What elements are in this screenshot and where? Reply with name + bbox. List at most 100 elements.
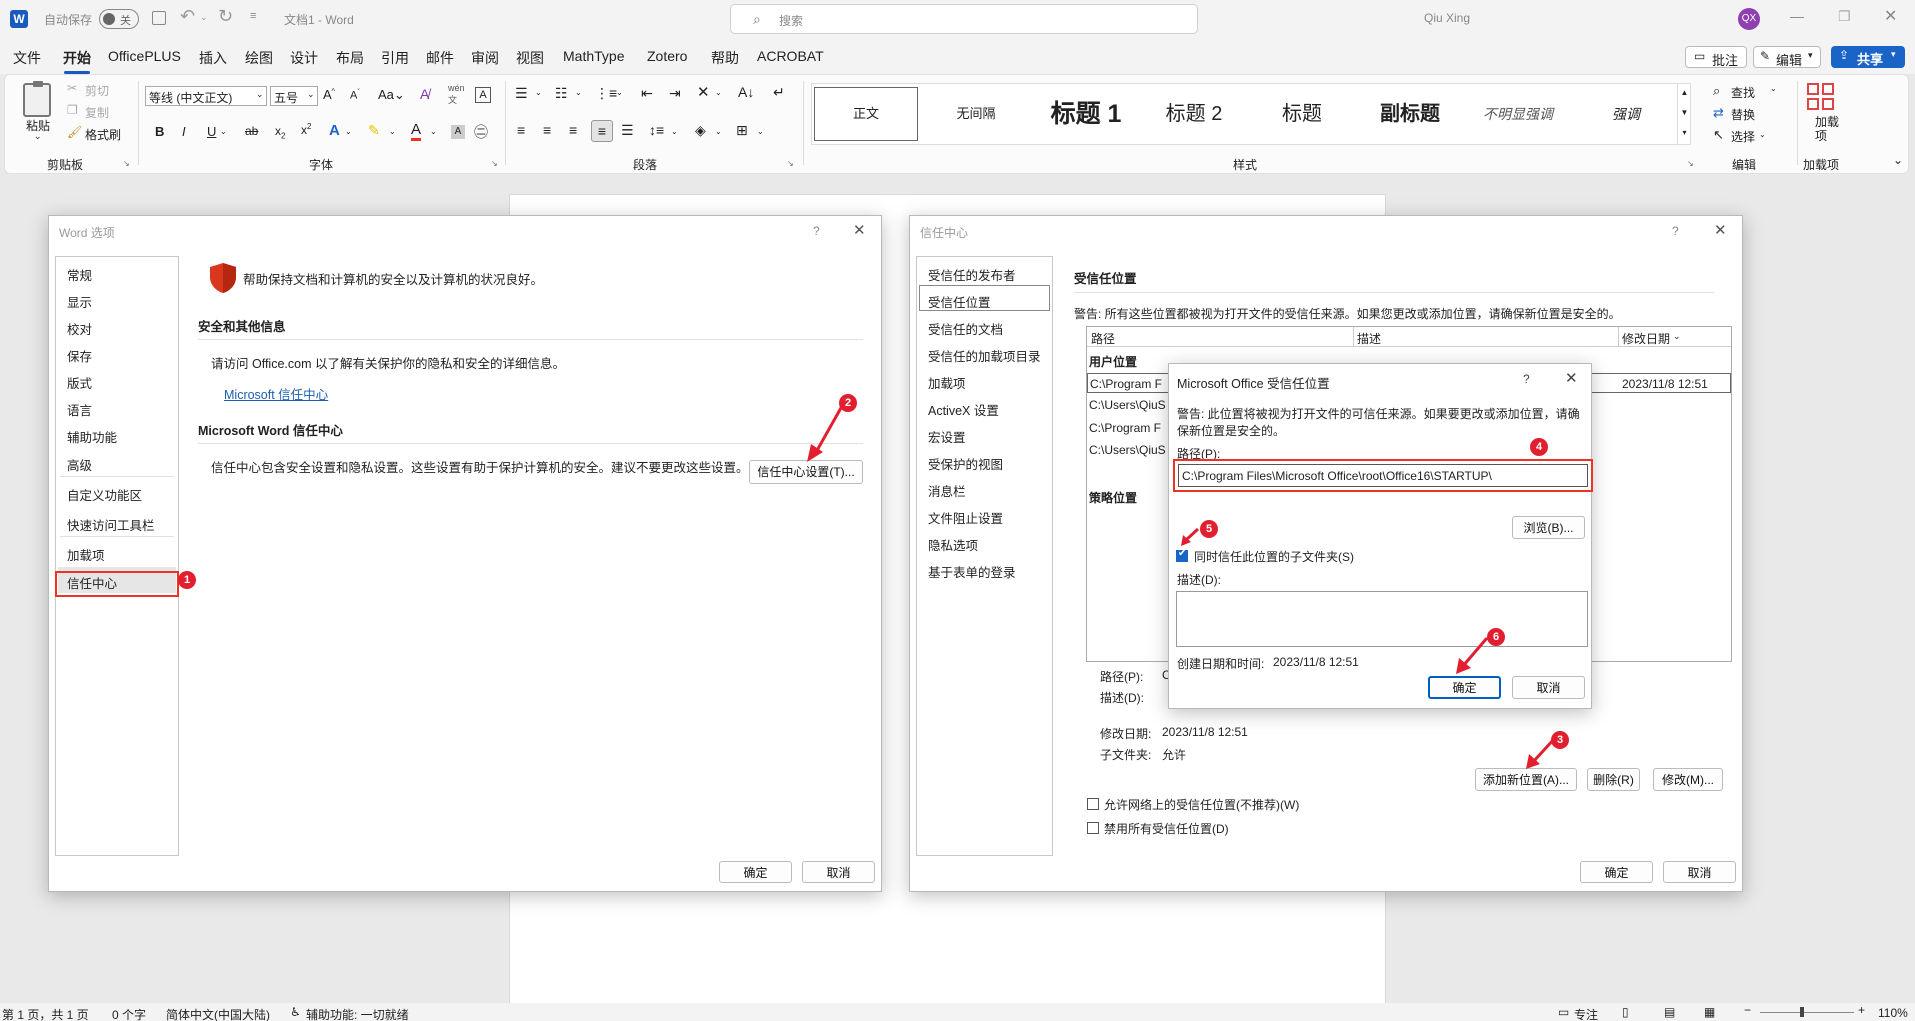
chinese-layout-dropdown-icon[interactable]: ⌄ <box>715 88 722 97</box>
minimize-icon[interactable]: — <box>1790 8 1804 24</box>
collapse-ribbon-icon[interactable]: ⌄ <box>1893 153 1903 167</box>
zoom-slider-thumb[interactable] <box>1800 1007 1804 1017</box>
paste-dropdown-icon[interactable]: ⌄ <box>34 131 42 142</box>
distributed-icon[interactable]: ☰ <box>621 122 634 139</box>
bold-icon[interactable]: B <box>155 124 164 139</box>
underline-icon[interactable]: U <box>207 124 216 139</box>
shrink-font-icon[interactable]: Aˇ <box>350 89 360 102</box>
font-size-select[interactable]: 五号 ⌄ <box>270 86 318 106</box>
zoom-level[interactable]: 110% <box>1878 1006 1908 1020</box>
style-title[interactable]: 标题 <box>1250 87 1354 143</box>
numbering-icon[interactable]: ☷ <box>555 85 568 102</box>
align-right-icon[interactable]: ≡ <box>569 122 577 138</box>
focus-button[interactable]: 专注 <box>1574 1006 1598 1021</box>
tab-design[interactable]: 设计 <box>290 48 318 68</box>
nav-activex[interactable]: ActiveX 设置 <box>928 400 999 419</box>
decrease-indent-icon[interactable]: ⇤ <box>641 85 653 102</box>
center-icon[interactable]: ≡ <box>543 122 551 138</box>
borders-dropdown-icon[interactable]: ⌄ <box>757 127 764 136</box>
multilevel-dropdown-icon[interactable]: ⌄ <box>616 88 623 97</box>
increase-indent-icon[interactable]: ⇥ <box>669 85 681 102</box>
nav-quick-access[interactable]: 快速访问工具栏 <box>67 515 155 534</box>
tab-zotero[interactable]: Zotero <box>647 48 687 64</box>
help-icon[interactable]: ? <box>1523 372 1530 386</box>
numbering-dropdown-icon[interactable]: ⌄ <box>575 88 582 97</box>
tab-draw[interactable]: 绘图 <box>245 48 273 68</box>
allow-network-checkbox[interactable] <box>1087 798 1099 810</box>
save-icon[interactable] <box>152 11 166 25</box>
tab-mathtype[interactable]: MathType <box>563 48 624 64</box>
character-border-icon[interactable]: A <box>475 87 491 103</box>
line-spacing-dropdown-icon[interactable]: ⌄ <box>671 127 678 136</box>
ok-button[interactable]: 确定 <box>1580 861 1653 883</box>
tab-mailings[interactable]: 邮件 <box>426 48 454 68</box>
nav-protected-view[interactable]: 受保护的视图 <box>928 454 1003 473</box>
chinese-layout-icon[interactable]: ✕ <box>697 83 710 101</box>
help-icon[interactable]: ? <box>1672 224 1679 238</box>
remove-button[interactable]: 删除(R) <box>1587 768 1640 791</box>
subscript-icon[interactable]: x2 <box>275 124 285 140</box>
show-marks-icon[interactable]: ↵ <box>773 84 785 101</box>
change-case-icon[interactable]: Aa⌄ <box>378 87 405 103</box>
nav-save[interactable]: 保存 <box>67 346 92 365</box>
nav-customize-ribbon[interactable]: 自定义功能区 <box>67 485 142 504</box>
styles-scroll[interactable]: ▲ ▼ ▾ <box>1677 83 1691 145</box>
highlight-dropdown-icon[interactable]: ⌄ <box>389 127 396 136</box>
help-icon[interactable]: ? <box>813 224 820 238</box>
line-spacing-icon[interactable]: ↕≡ <box>649 122 664 138</box>
addins-icon[interactable] <box>1807 83 1835 111</box>
zoom-in-icon[interactable]: + <box>1858 1003 1865 1017</box>
cut-button[interactable]: 剪切 <box>85 82 109 99</box>
zoom-slider[interactable] <box>1760 1012 1854 1013</box>
nav-macro-settings[interactable]: 宏设置 <box>928 427 966 446</box>
strikethrough-icon[interactable]: ab <box>245 124 258 138</box>
nav-addins[interactable]: 加载项 <box>928 373 966 392</box>
web-layout-icon[interactable]: ▦ <box>1704 1005 1715 1019</box>
word-count[interactable]: 0 个字 <box>112 1006 146 1021</box>
paragraph-launcher-icon[interactable]: ↘ <box>787 159 794 168</box>
share-button[interactable]: ⇪ 共享 ▾ <box>1831 46 1905 68</box>
zoom-out-icon[interactable]: − <box>1744 1003 1751 1017</box>
undo-icon[interactable]: ↶ <box>180 6 195 27</box>
tab-view[interactable]: 视图 <box>516 48 544 68</box>
description-input[interactable] <box>1176 591 1588 647</box>
restore-icon[interactable]: ❐ <box>1838 8 1851 25</box>
highlight-icon[interactable]: ✎ <box>368 122 380 139</box>
comments-button[interactable]: ▭ 批注 <box>1685 46 1747 68</box>
replace-button[interactable]: 替换 <box>1731 106 1755 123</box>
nav-language[interactable]: 语言 <box>67 400 92 419</box>
font-color-dropdown-icon[interactable]: ⌄ <box>430 127 437 136</box>
phonetic-guide-icon[interactable]: wén 文 <box>448 83 465 106</box>
shading-dropdown-icon[interactable]: ⌄ <box>715 127 722 136</box>
font-name-select[interactable]: 等线 (中文正文) ⌄ <box>145 86 267 106</box>
col-description[interactable]: 描述 <box>1357 330 1381 347</box>
ok-button[interactable]: 确定 <box>719 861 792 883</box>
justify-icon[interactable]: ≡ <box>591 120 613 142</box>
nav-addins[interactable]: 加载项 <box>67 545 105 564</box>
col-modified[interactable]: 修改日期 <box>1622 330 1670 347</box>
nav-general[interactable]: 常规 <box>67 265 92 284</box>
shading-icon[interactable]: ◈ <box>695 122 706 139</box>
close-icon[interactable]: ✕ <box>1714 221 1727 239</box>
grow-font-icon[interactable]: A^ <box>323 87 335 102</box>
ok-button[interactable]: 确定 <box>1428 676 1501 699</box>
nav-trusted-locations[interactable]: 受信任位置 <box>928 292 991 311</box>
nav-trusted-documents[interactable]: 受信任的文档 <box>928 319 1003 338</box>
disable-all-checkbox[interactable] <box>1087 822 1099 834</box>
style-subtitle[interactable]: 副标题 <box>1358 87 1462 143</box>
enclose-characters-icon[interactable]: ㊁ <box>474 122 488 142</box>
redo-icon[interactable]: ↻ <box>218 6 233 27</box>
font-launcher-icon[interactable]: ↘ <box>491 159 498 168</box>
close-icon[interactable]: ✕ <box>1565 369 1578 387</box>
text-effects-icon[interactable]: A <box>329 122 340 139</box>
nav-file-block[interactable]: 文件阻止设置 <box>928 508 1003 527</box>
nav-trusted-addin-catalogs[interactable]: 受信任的加载项目录 <box>928 346 1041 365</box>
italic-icon[interactable]: I <box>182 124 186 139</box>
select-dropdown-icon[interactable]: ⌄ <box>1759 130 1766 139</box>
undo-dropdown-icon[interactable]: ⌄ <box>200 12 208 23</box>
nav-form-login[interactable]: 基于表单的登录 <box>928 562 1016 581</box>
path-input[interactable]: C:\Program Files\Microsoft Office\root\O… <box>1178 464 1588 487</box>
borders-icon[interactable]: ⊞ <box>736 122 748 139</box>
tab-references[interactable]: 引用 <box>381 48 409 68</box>
accessibility-status[interactable]: 辅助功能: 一切就绪 <box>306 1006 409 1021</box>
